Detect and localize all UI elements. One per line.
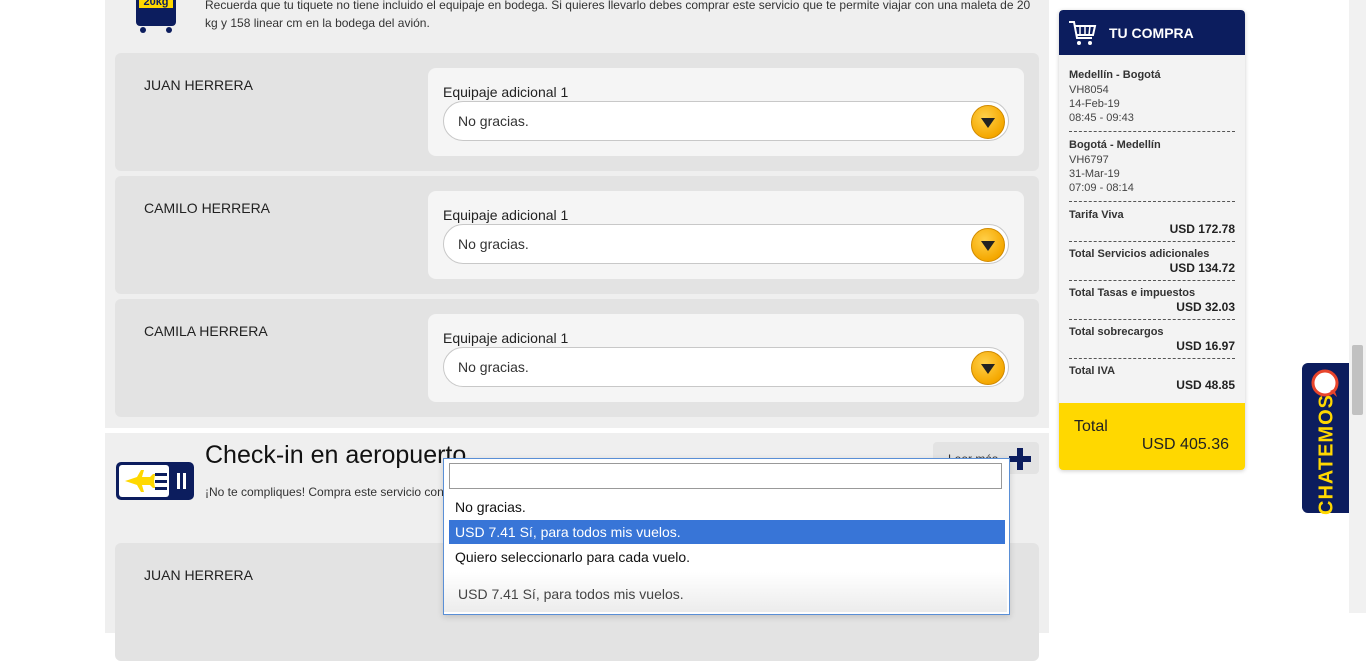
shopping-cart-icon — [1069, 21, 1097, 45]
price-amount: USD 172.78 — [1169, 222, 1235, 236]
dropdown-option[interactable]: Quiero seleccionarlo para cada vuelo. — [449, 545, 1005, 569]
flight-time: 07:09 - 08:14 — [1069, 182, 1134, 194]
select-value: No gracias. — [458, 359, 529, 375]
purchase-summary: TU COMPRA Medellín - Bogotá VH8054 14-Fe… — [1059, 10, 1245, 470]
chevron-down-icon[interactable] — [971, 228, 1005, 262]
field-label: Equipaje adicional 1 — [443, 207, 569, 223]
price-label: Total Servicios adicionales — [1069, 248, 1210, 260]
dropdown-option[interactable]: No gracias. — [449, 495, 1005, 519]
checkin-dropdown: No gracias. USD 7.41 Sí, para todos mis … — [443, 458, 1010, 615]
baggage-select[interactable]: No gracias. — [443, 101, 1009, 141]
boarding-pass-icon — [116, 462, 194, 500]
price-amount: USD 32.03 — [1176, 300, 1235, 314]
flight-date: 31-Mar-19 — [1069, 168, 1120, 180]
chat-button[interactable]: CHATEMOS — [1302, 363, 1350, 515]
passenger-card: CAMILO HERRERA Equipaje adicional 1 No g… — [115, 176, 1039, 294]
price-line: Total sobrecargos USD 16.97 — [1069, 325, 1235, 359]
dropdown-option-highlighted[interactable]: USD 7.41 Sí, para todos mis vuelos. — [449, 520, 1005, 544]
total-value: USD 405.36 — [1141, 436, 1229, 453]
price-line: Total Tasas e impuestos USD 32.03 — [1069, 286, 1235, 320]
price-label: Total Tasas e impuestos — [1069, 287, 1196, 299]
baggage-select-panel: Equipaje adicional 1 No gracias. — [428, 191, 1024, 279]
total-label: Total — [1074, 418, 1108, 435]
price-line: Total IVA USD 48.85 — [1069, 364, 1235, 397]
price-amount: USD 134.72 — [1169, 261, 1235, 275]
field-label: Equipaje adicional 1 — [443, 330, 569, 346]
passenger-card: CAMILA HERRERA Equipaje adicional 1 No g… — [115, 299, 1039, 417]
price-line: Tarifa Viva USD 172.78 — [1069, 208, 1235, 242]
purchase-summary-body: Medellín - Bogotá VH8054 14-Feb-19 08:45… — [1069, 68, 1235, 402]
flight-code: VH8054 — [1069, 84, 1109, 96]
flight-date: 14-Feb-19 — [1069, 98, 1120, 110]
dropdown-search-input[interactable] — [449, 463, 1002, 489]
passenger-name: CAMILA HERRERA — [144, 323, 268, 339]
baggage-section: 20kg Recuerda que tu tiquete no tiene in… — [105, 0, 1049, 428]
baggage-select[interactable]: No gracias. — [443, 224, 1009, 264]
flight-time: 08:45 - 09:43 — [1069, 112, 1134, 124]
suitcase-icon-text: 20kg — [143, 0, 168, 8]
price-amount: USD 16.97 — [1176, 339, 1235, 353]
flight-code: VH6797 — [1069, 154, 1109, 166]
select-value: No gracias. — [458, 113, 529, 129]
passenger-name: JUAN HERRERA — [144, 77, 253, 93]
flight-route: Bogotá - Medellín — [1069, 139, 1161, 151]
total-box: Total USD 405.36 — [1059, 403, 1245, 470]
suitcase-20kg-icon: 20kg — [136, 0, 176, 33]
baggage-select[interactable]: No gracias. — [443, 347, 1009, 387]
price-label: Tarifa Viva — [1069, 209, 1124, 221]
field-label: Equipaje adicional 1 — [443, 84, 569, 100]
select-value: USD 7.41 Sí, para todos mis vuelos. — [458, 586, 684, 602]
select-value: No gracias. — [458, 236, 529, 252]
chevron-down-icon[interactable] — [971, 105, 1005, 139]
chevron-down-icon[interactable] — [971, 351, 1005, 385]
baggage-select-panel: Equipaje adicional 1 No gracias. — [428, 68, 1024, 156]
flight-summary: Bogotá - Medellín VH6797 31-Mar-19 07:09… — [1069, 138, 1235, 202]
scrollbar-thumb[interactable] — [1352, 345, 1363, 415]
baggage-description: Recuerda que tu tiquete no tiene incluid… — [205, 0, 1031, 30]
passenger-name: CAMILO HERRERA — [144, 200, 271, 216]
passenger-card: JUAN HERRERA Equipaje adicional 1 No gra… — [115, 53, 1039, 171]
chat-label: CHATEMOS — [1315, 394, 1338, 515]
purchase-summary-title: TU COMPRA — [1109, 25, 1194, 41]
page-scrollbar[interactable] — [1349, 0, 1366, 613]
price-label: Total IVA — [1069, 365, 1116, 377]
flight-route: Medellín - Bogotá — [1069, 69, 1161, 81]
flight-summary: Medellín - Bogotá VH8054 14-Feb-19 08:45… — [1069, 68, 1235, 132]
plus-icon[interactable] — [1008, 447, 1032, 471]
passenger-name: JUAN HERRERA — [144, 567, 253, 583]
baggage-select-panel: Equipaje adicional 1 No gracias. — [428, 314, 1024, 402]
checkin-title: Check-in en aeropuerto — [205, 441, 467, 469]
price-label: Total sobrecargos — [1069, 326, 1164, 338]
checkin-select[interactable]: USD 7.41 Sí, para todos mis vuelos. — [444, 572, 1007, 612]
price-amount: USD 48.85 — [1176, 378, 1235, 392]
price-line: Total Servicios adicionales USD 134.72 — [1069, 247, 1235, 281]
purchase-summary-header: TU COMPRA — [1059, 10, 1245, 55]
